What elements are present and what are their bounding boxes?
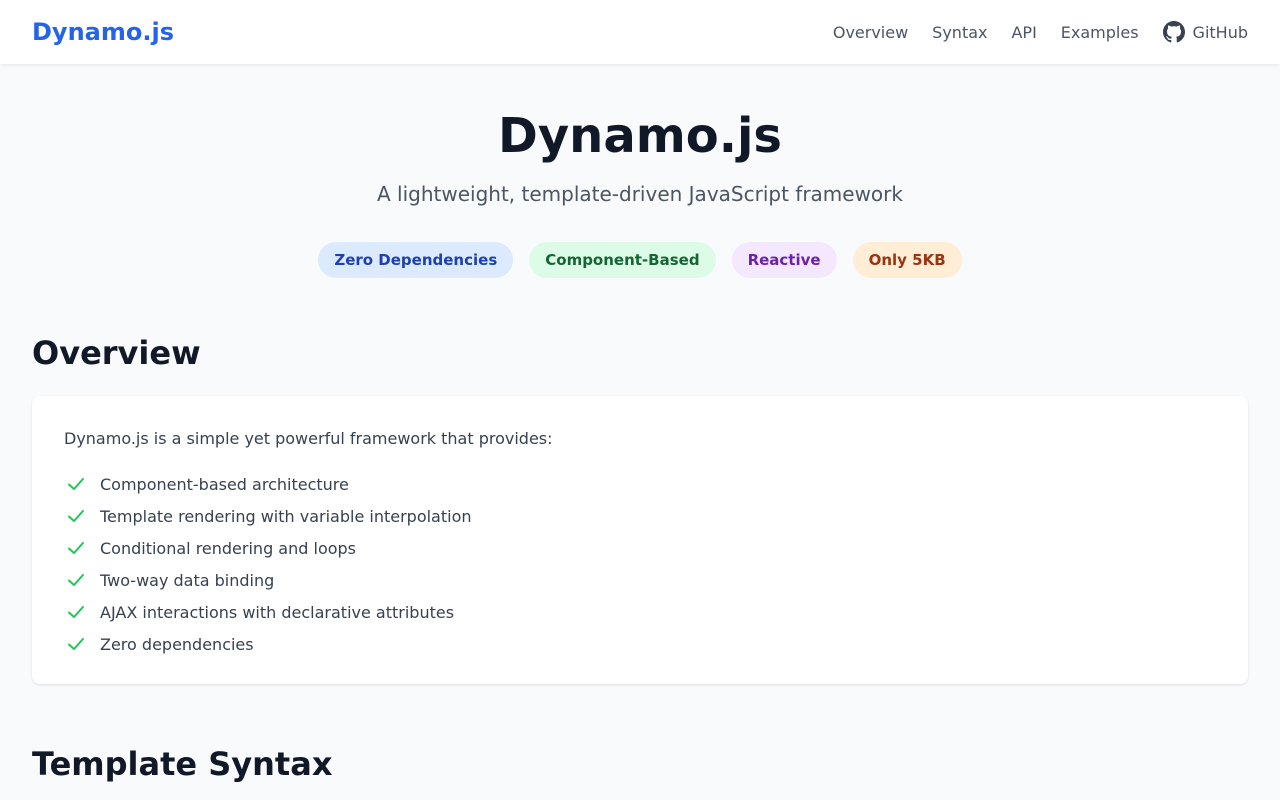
feature-label: Two-way data binding: [100, 570, 275, 590]
badge-reactive: Reactive: [731, 242, 837, 278]
feature-label: Conditional rendering and loops: [100, 538, 357, 558]
github-icon: [1162, 21, 1185, 43]
list-item: Zero dependencies: [64, 628, 1216, 660]
nav-overview[interactable]: Overview: [833, 23, 908, 42]
hero-tagline: A lightweight, template-driven JavaScrip…: [377, 182, 903, 206]
site-header: Dynamo.js Overview Syntax API Examples G…: [0, 0, 1280, 64]
list-item: Two-way data binding: [64, 564, 1216, 596]
check-icon: [68, 638, 84, 650]
template-syntax-heading: Template Syntax: [32, 745, 333, 783]
overview-card: Dynamo.js is a simple yet powerful frame…: [32, 396, 1248, 684]
feature-label: Component-based architecture: [100, 474, 349, 494]
feature-label: AJAX interactions with declarative attri…: [100, 602, 455, 622]
feature-list: Component-based architecture Template re…: [64, 468, 1216, 660]
check-icon: [68, 574, 84, 586]
check-icon: [68, 606, 84, 618]
badge-zero-dependencies: Zero Dependencies: [318, 242, 514, 278]
nav-github[interactable]: GitHub: [1162, 21, 1248, 43]
feature-badges: Zero Dependencies Component-Based Reacti…: [0, 242, 1280, 278]
nav-syntax[interactable]: Syntax: [932, 23, 987, 42]
nav-api[interactable]: API: [1011, 23, 1036, 42]
list-item: AJAX interactions with declarative attri…: [64, 596, 1216, 628]
list-item: Component-based architecture: [64, 468, 1216, 500]
brand-logo[interactable]: Dynamo.js: [32, 18, 174, 46]
check-icon: [68, 478, 84, 490]
overview-heading: Overview: [32, 334, 201, 372]
badge-component-based: Component-Based: [529, 242, 716, 278]
check-icon: [68, 542, 84, 554]
nav-examples[interactable]: Examples: [1061, 23, 1139, 42]
list-item: Template rendering with variable interpo…: [64, 500, 1216, 532]
badge-size: Only 5KB: [852, 242, 962, 278]
nav-github-label: GitHub: [1192, 22, 1248, 42]
hero-section: Dynamo.js A lightweight, template-driven…: [0, 64, 1280, 278]
main-nav: Overview Syntax API Examples GitHub: [833, 21, 1248, 43]
feature-label: Template rendering with variable interpo…: [100, 506, 472, 526]
hero-title: Dynamo.js: [498, 108, 782, 164]
check-icon: [68, 510, 84, 522]
feature-label: Zero dependencies: [100, 634, 254, 654]
list-item: Conditional rendering and loops: [64, 532, 1216, 564]
overview-intro: Dynamo.js is a simple yet powerful frame…: [64, 429, 553, 448]
